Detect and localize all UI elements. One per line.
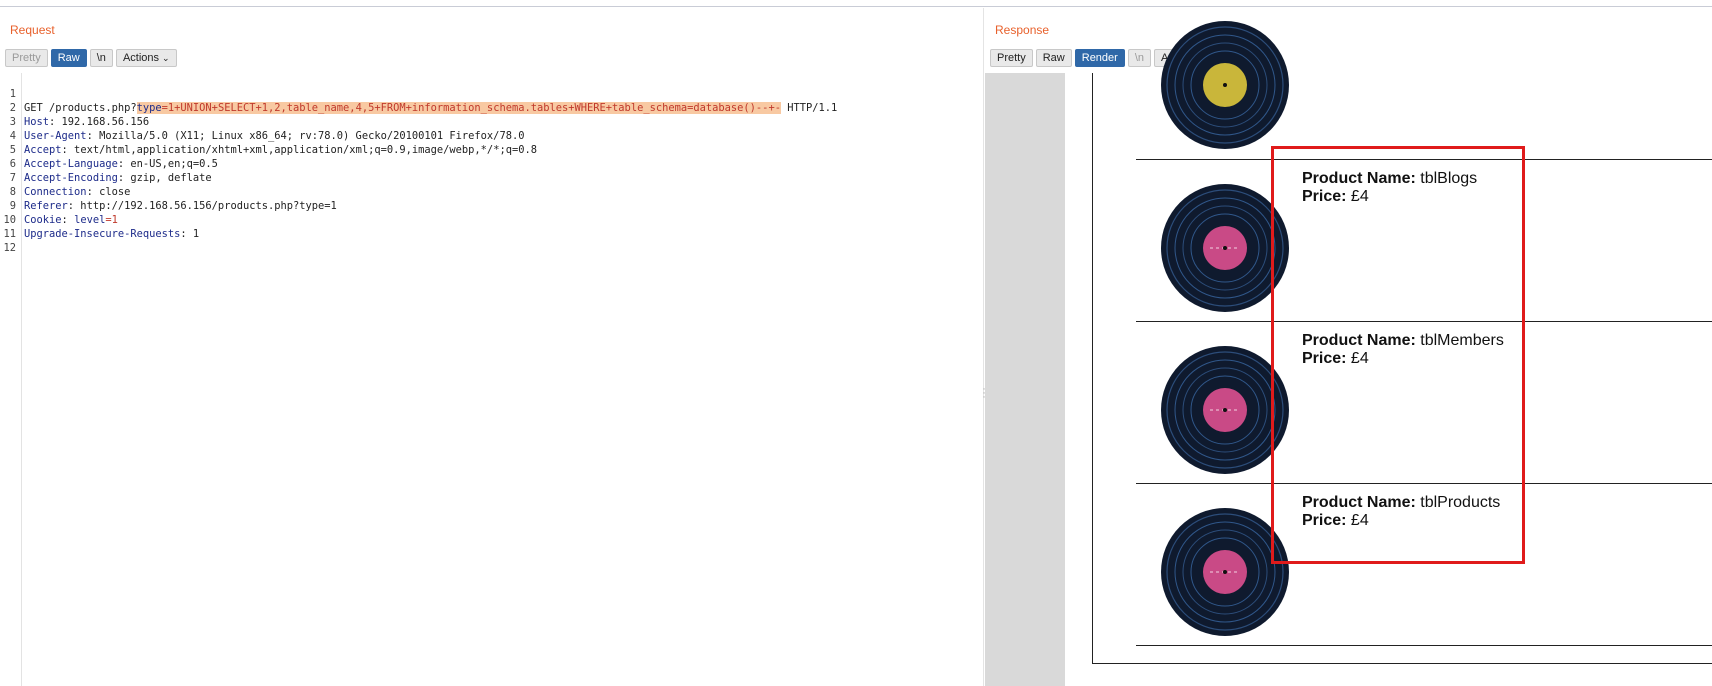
header-value: : gzip, deflate	[117, 172, 212, 184]
header-name: Accept-Encoding	[24, 172, 118, 184]
top-border	[0, 6, 1712, 7]
header-line: 10 Upgrade-Insecure-Requests: 1	[0, 199, 199, 240]
actions-label: Actions	[122, 52, 160, 64]
query-param-key: type	[136, 102, 162, 114]
raw-button[interactable]: Raw	[1035, 49, 1072, 67]
header-value: :	[61, 214, 75, 226]
line-number: 12	[3, 242, 16, 254]
header-name: User-Agent	[24, 130, 87, 142]
query-param-value: =1+UNION+SELECT+1,2,table_name,4,5+FROM+…	[161, 102, 781, 114]
header-name: Host	[24, 116, 50, 128]
newline-toggle-button[interactable]: \n	[89, 49, 113, 67]
chevron-down-icon: ⌄	[162, 53, 170, 63]
header-name: Connection	[24, 186, 87, 198]
vinyl-record-icon	[1160, 20, 1290, 150]
newline-toggle-button[interactable]: \n	[1127, 49, 1152, 67]
header-line: 6 Accept-Encoding: gzip, deflate	[0, 143, 212, 184]
cookie-key: level	[74, 214, 106, 226]
request-panel-title: Request	[10, 23, 55, 37]
header-value: : 192.168.56.156	[49, 116, 150, 128]
request-method-path: GET /products.php?	[24, 102, 137, 114]
row-separator	[1136, 645, 1712, 646]
response-panel-title: Response	[995, 23, 1050, 37]
request-line: 1 GET /products.php?type=1+UNION+SELECT+…	[0, 73, 837, 114]
header-line: 3 User-Agent: Mozilla/5.0 (X11; Linux x8…	[0, 101, 525, 142]
actions-dropdown[interactable]: Actions⌄	[115, 49, 177, 67]
header-name: Accept	[24, 144, 62, 156]
pretty-button[interactable]: Pretty	[990, 49, 1033, 67]
header-name: Referer	[24, 200, 68, 212]
header-value: : http://192.168.56.156/products.php?typ…	[67, 200, 337, 212]
empty-line: 11	[0, 213, 25, 240]
render-margin	[985, 73, 1065, 686]
empty-line: 12	[0, 227, 25, 254]
header-line: 4 Accept: text/html,application/xhtml+xm…	[0, 115, 537, 156]
pretty-button[interactable]: Pretty	[5, 49, 48, 67]
request-toolbar: Pretty Raw \n Actions ⌄	[5, 49, 177, 67]
http-version: HTTP/1.1	[780, 102, 838, 114]
header-line: 9 Cookie: level=1	[0, 185, 118, 226]
header-value: : en-US,en;q=0.5	[117, 158, 218, 170]
header-value: : Mozilla/5.0 (X11; Linux x86_64; rv:78.…	[86, 130, 525, 142]
header-name: Upgrade-Insecure-Requests	[24, 228, 181, 240]
annotation-highlight-box	[1271, 146, 1525, 564]
header-value: : text/html,application/xhtml+xml,applic…	[61, 144, 537, 156]
header-line: 7 Connection: close	[0, 157, 131, 198]
header-value: : 1	[180, 228, 200, 240]
header-line: 2 Host: 192.168.56.156	[0, 87, 149, 128]
header-line: 5 Accept-Language: en-US,en;q=0.5	[0, 129, 218, 170]
header-name: Accept-Language	[24, 158, 118, 170]
header-value: : close	[86, 186, 131, 198]
request-editor[interactable]: 1 GET /products.php?type=1+UNION+SELECT+…	[0, 73, 983, 686]
raw-button[interactable]: Raw	[50, 49, 87, 67]
header-name: Cookie	[24, 214, 62, 226]
cookie-value: =1	[105, 214, 118, 226]
header-line: 8 Referer: http://192.168.56.156/product…	[0, 171, 337, 212]
render-button[interactable]: Render	[1074, 49, 1125, 67]
panel-divider[interactable]	[983, 8, 984, 686]
